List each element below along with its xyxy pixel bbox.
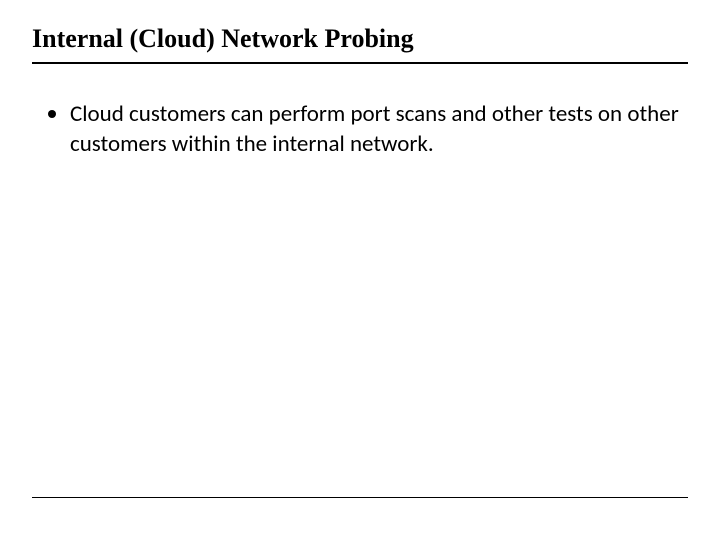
slide-content: Cloud customers can perform port scans a…: [32, 100, 688, 160]
bullet-marker-icon: [48, 110, 56, 118]
slide-title: Internal (Cloud) Network Probing: [32, 24, 688, 64]
bullet-item: Cloud customers can perform port scans a…: [48, 100, 688, 160]
bottom-divider: [32, 497, 688, 498]
bullet-text: Cloud customers can perform port scans a…: [70, 100, 688, 160]
